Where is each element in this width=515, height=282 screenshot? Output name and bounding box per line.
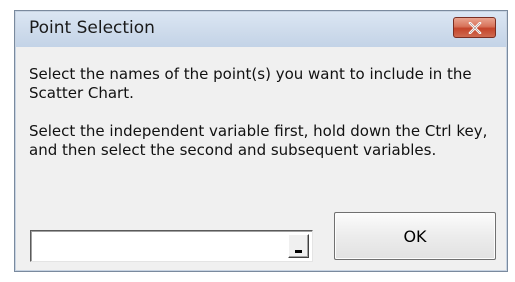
collapse-dialog-button[interactable] — [288, 234, 309, 258]
close-icon — [468, 21, 481, 34]
instruction-text-1: Select the names of the point(s) you wan… — [29, 65, 472, 102]
instructions: Select the names of the point(s) you wan… — [29, 65, 489, 160]
collapse-dialog-icon — [295, 250, 302, 253]
instruction-text-2: Select the independent variable first, h… — [29, 122, 488, 159]
range-reference-field[interactable] — [30, 230, 313, 262]
point-selection-dialog: Point Selection Select the names of the … — [14, 10, 508, 272]
range-reference-input[interactable] — [33, 233, 271, 259]
window-title: Point Selection — [29, 18, 155, 38]
title-bar[interactable]: Point Selection — [16, 12, 506, 47]
close-button[interactable] — [453, 17, 496, 38]
ok-button[interactable]: OK — [334, 212, 496, 260]
